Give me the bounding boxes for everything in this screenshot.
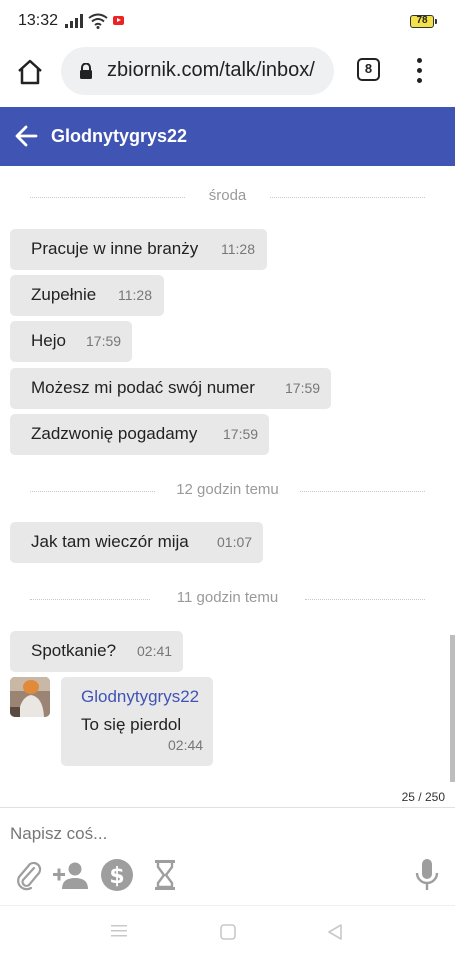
lock-icon bbox=[80, 63, 92, 79]
status-time: 13:32 bbox=[18, 12, 59, 29]
message-text: Możesz mi podać swój numer bbox=[31, 378, 255, 397]
date-divider-label: 12 godzin temu bbox=[176, 481, 279, 498]
message-text: To się pierdol bbox=[81, 715, 182, 734]
message-time: 17:59 bbox=[223, 426, 259, 442]
system-navigation-bar bbox=[0, 905, 455, 960]
date-divider: środa bbox=[30, 187, 425, 207]
date-divider-label: środa bbox=[208, 187, 247, 204]
message-bubble[interactable]: Spotkanie? 02:41 bbox=[10, 631, 183, 672]
signal-icon bbox=[65, 14, 83, 28]
date-divider-label: 11 godzin temu bbox=[176, 589, 279, 606]
message-text: Spotkanie? bbox=[31, 641, 117, 660]
chat-header: Glodnytygrys22 bbox=[0, 107, 455, 166]
message-bubble[interactable]: Hejo 17:59 bbox=[10, 321, 132, 362]
recent-apps-icon[interactable] bbox=[111, 924, 127, 938]
hourglass-icon[interactable] bbox=[153, 858, 177, 892]
home-nav-icon[interactable] bbox=[220, 924, 236, 940]
date-divider: 11 godzin temu bbox=[30, 589, 425, 609]
message-text: Zupełnie bbox=[31, 285, 97, 304]
message-time: 02:41 bbox=[137, 643, 173, 659]
wifi-icon bbox=[88, 13, 108, 29]
message-time: 17:59 bbox=[86, 333, 122, 349]
character-counter: 25 / 250 bbox=[401, 790, 445, 804]
paperclip-icon[interactable] bbox=[14, 858, 42, 892]
message-author[interactable]: Glodnytygrys22 bbox=[81, 687, 199, 707]
message-input[interactable] bbox=[0, 812, 455, 856]
message-time: 11:28 bbox=[221, 241, 255, 257]
composer-divider bbox=[0, 807, 455, 808]
home-icon[interactable] bbox=[16, 58, 44, 86]
message-time: 11:28 bbox=[118, 287, 152, 303]
address-bar[interactable]: zbiornik.com/talk/inbox/ bbox=[61, 47, 334, 95]
message-time: 01:07 bbox=[217, 534, 253, 550]
scrollbar[interactable] bbox=[450, 635, 455, 782]
tab-switcher-button[interactable]: 8 bbox=[357, 58, 380, 81]
microphone-icon[interactable] bbox=[414, 858, 440, 892]
dollar-icon[interactable]: $ bbox=[100, 858, 134, 892]
message-bubble[interactable]: Możesz mi podać swój numer 17:59 bbox=[10, 368, 331, 409]
message-text: Pracuje w inne branży bbox=[31, 239, 199, 258]
status-bar: 13:32 78 bbox=[0, 0, 455, 44]
date-divider: 12 godzin temu bbox=[30, 481, 425, 501]
back-nav-icon[interactable] bbox=[327, 924, 343, 940]
message-bubble[interactable]: Zupełnie 11:28 bbox=[10, 275, 164, 316]
message-bubble[interactable]: Zadzwonię pogadamy 17:59 bbox=[10, 414, 269, 455]
more-menu-icon[interactable] bbox=[412, 58, 426, 84]
url-text: zbiornik.com/talk/inbox/ bbox=[107, 59, 315, 81]
youtube-notification-icon bbox=[113, 16, 124, 25]
message-bubble[interactable]: Pracuje w inne branży 11:28 bbox=[10, 229, 267, 270]
chat-title: Glodnytygrys22 bbox=[51, 126, 188, 146]
message-bubble-with-author[interactable]: Glodnytygrys22 To się pierdol 02:44 bbox=[61, 677, 213, 766]
svg-text:$: $ bbox=[109, 864, 124, 889]
message-text: Zadzwonię pogadamy bbox=[31, 424, 198, 443]
message-text: Jak tam wieczór mija bbox=[31, 532, 189, 551]
add-person-icon[interactable] bbox=[52, 858, 88, 892]
message-bubble[interactable]: Jak tam wieczór mija 01:07 bbox=[10, 522, 263, 563]
back-arrow-icon[interactable] bbox=[14, 124, 38, 148]
avatar[interactable] bbox=[10, 677, 50, 717]
avatar-image bbox=[10, 677, 50, 717]
battery-icon: 78 bbox=[410, 15, 437, 28]
browser-toolbar: zbiornik.com/talk/inbox/ 8 bbox=[0, 44, 455, 106]
message-time: 17:59 bbox=[285, 380, 321, 396]
message-text: Hejo bbox=[31, 331, 66, 350]
message-time: 02:44 bbox=[168, 737, 204, 753]
